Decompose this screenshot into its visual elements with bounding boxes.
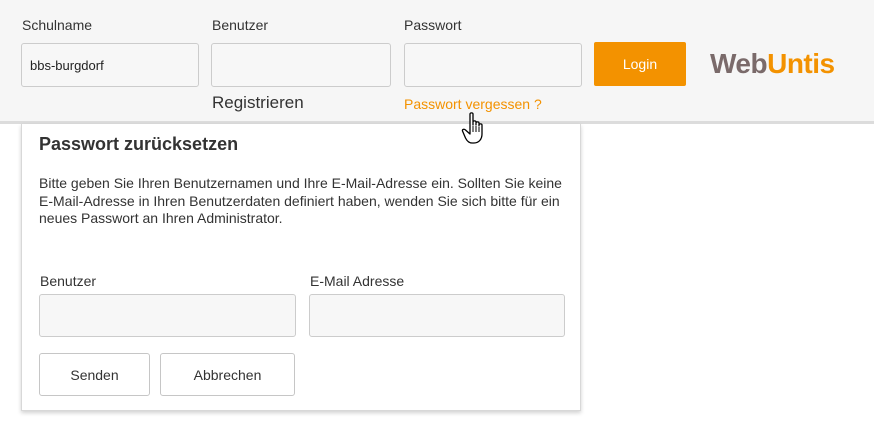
send-button[interactable]: Senden <box>39 353 150 396</box>
logo-part-untis: Untis <box>767 48 835 79</box>
register-link[interactable]: Registrieren <box>212 93 304 113</box>
password-label: Passwort <box>404 17 462 33</box>
login-bar: Schulname Benutzer Passwort Login WebUnt… <box>0 0 874 124</box>
password-reset-panel: Passwort zurücksetzen Bitte geben Sie Ih… <box>21 124 581 411</box>
reset-user-input[interactable] <box>39 294 296 337</box>
panel-description: Bitte geben Sie Ihren Benutzernamen und … <box>39 175 562 226</box>
reset-email-input[interactable] <box>309 294 565 337</box>
forgot-password-link[interactable]: Passwort vergessen ? <box>404 96 542 112</box>
panel-title: Passwort zurücksetzen <box>39 134 239 154</box>
school-label: Schulname <box>22 17 93 33</box>
webuntis-logo: WebUntis <box>710 48 835 80</box>
user-input[interactable] <box>211 43 391 87</box>
user-label: Benutzer <box>212 17 269 33</box>
hand-pointer-cursor-icon <box>461 112 483 144</box>
password-input[interactable] <box>404 43 582 87</box>
cancel-button[interactable]: Abbrechen <box>160 353 295 396</box>
reset-user-label: Benutzer <box>40 273 97 289</box>
login-button[interactable]: Login <box>594 42 686 86</box>
reset-email-label: E-Mail Adresse <box>310 273 405 289</box>
logo-part-web: Web <box>710 48 768 79</box>
school-input[interactable] <box>21 43 199 87</box>
